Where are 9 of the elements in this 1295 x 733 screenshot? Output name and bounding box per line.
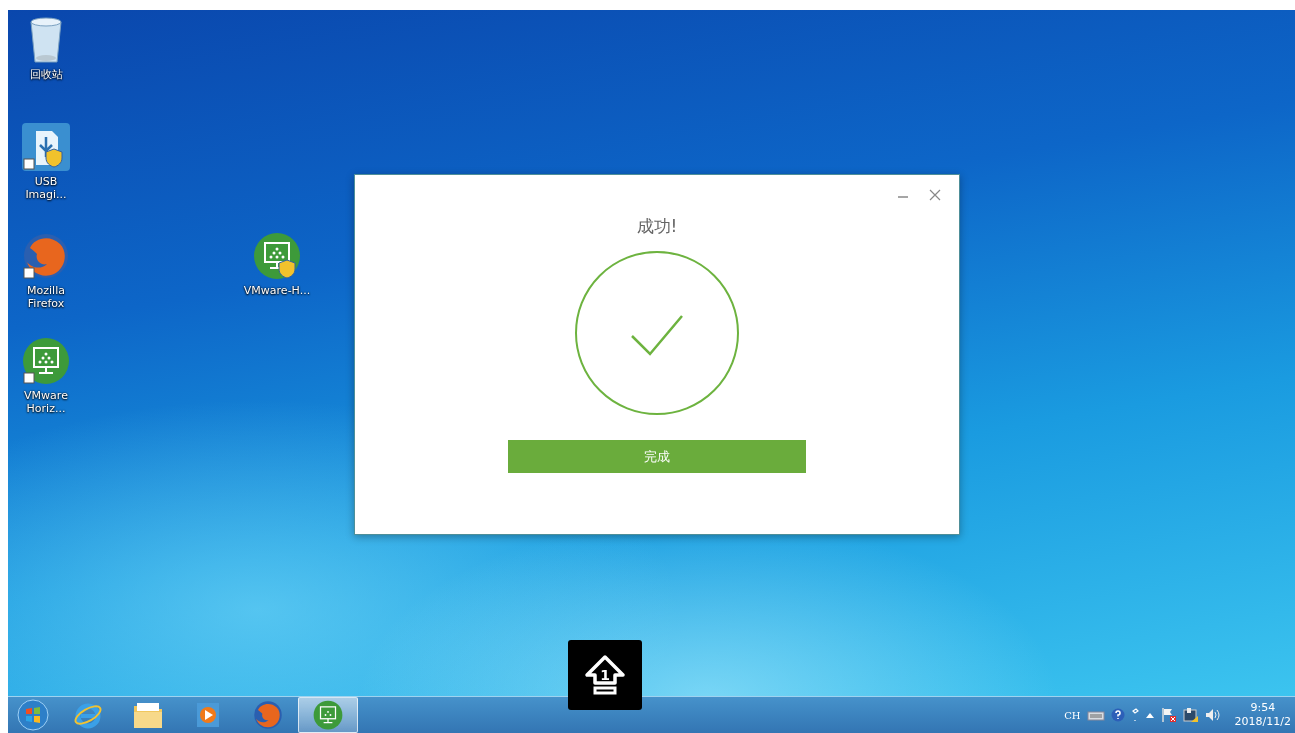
desktop-icon-label[interactable]: 回收站 (14, 68, 78, 81)
desktop-icon-label[interactable]: USB Imagi... (14, 175, 78, 201)
desktop-icon-label[interactable]: VMware Horiz... (14, 389, 78, 415)
language-indicator[interactable]: CH (1064, 709, 1081, 721)
done-button[interactable]: 完成 (508, 440, 806, 473)
desktop-icon-label[interactable]: VMware-H... (232, 284, 322, 297)
clock[interactable]: 9:54 2018/11/2 (1234, 701, 1291, 729)
desktop-icon-label[interactable]: Mozilla Firefox (14, 284, 78, 310)
dialog-title: 成功! (636, 215, 678, 238)
